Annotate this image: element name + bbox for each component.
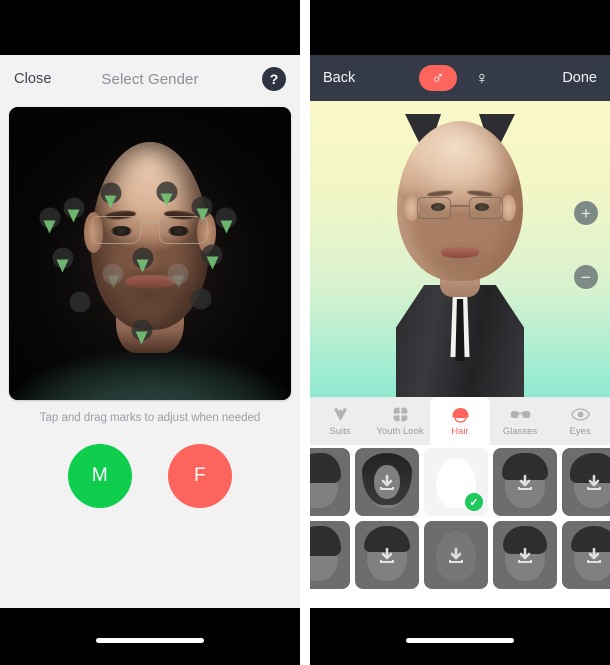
landmark-marker[interactable] [63, 197, 85, 223]
tab-eyes[interactable]: Eyes [550, 397, 610, 445]
photo-glasses-bridge [140, 222, 160, 224]
tab-glasses[interactable]: Glasses [490, 397, 550, 445]
download-icon [584, 473, 604, 493]
avatar-preview-canvas[interactable]: + − [310, 101, 610, 397]
done-button[interactable]: Done [562, 70, 597, 86]
checkmark-icon: ✓ [465, 493, 483, 511]
tab-label: Eyes [569, 425, 591, 437]
zoom-in-icon[interactable]: + [574, 201, 598, 225]
download-icon [515, 473, 535, 493]
avatar-head [397, 121, 523, 281]
download-icon [377, 546, 397, 566]
landmark-marker[interactable] [39, 207, 61, 233]
tab-label: Suits [329, 425, 351, 437]
clover-icon [392, 406, 409, 424]
left-navigation-bar: Close Select Gender ? [0, 55, 300, 103]
eye-icon [570, 406, 590, 424]
right-phone: Back Done ♂ ♀ + − Suits Youth Look Hair … [310, 0, 610, 665]
gender-selection-row: M F [0, 444, 300, 508]
download-icon [515, 546, 535, 566]
zoom-out-icon[interactable]: − [574, 265, 598, 289]
landmark-marker[interactable] [167, 263, 189, 289]
hair-thumbnail[interactable] [562, 448, 610, 516]
hair-thumbnail[interactable] [310, 448, 350, 516]
tab-suits[interactable]: Suits [310, 397, 370, 445]
hair-thumbnail[interactable] [355, 448, 419, 516]
photo-lens-left [92, 215, 141, 244]
download-icon [377, 473, 397, 493]
hair-thumbnail[interactable] [493, 521, 557, 589]
suit-icon [332, 406, 349, 424]
face-photo-card[interactable] [9, 107, 291, 400]
gender-toggle-male[interactable]: ♂ [419, 65, 457, 91]
home-indicator [96, 638, 204, 643]
hair-icon [451, 406, 470, 424]
tab-label: Hair [451, 425, 469, 437]
download-icon [584, 546, 604, 566]
male-gender-button[interactable]: M [68, 444, 132, 508]
landmark-marker[interactable] [215, 207, 237, 233]
tab-youth-look[interactable]: Youth Look [370, 397, 430, 445]
hair-thumbnail[interactable] [355, 521, 419, 589]
female-gender-button[interactable]: F [168, 444, 232, 508]
tab-hair[interactable]: Hair [430, 397, 490, 445]
landmark-marker[interactable] [131, 319, 153, 345]
hair-thumbnail[interactable] [493, 448, 557, 516]
right-navigation-bar: Back Done ♂ ♀ [310, 55, 610, 101]
home-indicator [406, 638, 514, 643]
landmark-marker[interactable] [191, 196, 213, 222]
avatar-lens-left [417, 197, 452, 219]
hair-thumbnail-selected[interactable]: ✓ [424, 448, 488, 516]
tab-label: Youth Look [376, 425, 424, 437]
download-icon [446, 546, 466, 566]
landmark-marker[interactable] [69, 291, 90, 313]
avatar-mouth [441, 247, 479, 258]
category-tab-bar: Suits Youth Look Hair Glasses Eyes [310, 397, 610, 445]
hair-thumbnail[interactable] [424, 521, 488, 589]
photo-glasses [92, 215, 208, 244]
hair-thumbnail[interactable] [310, 521, 350, 589]
avatar-glasses [417, 197, 503, 219]
adjust-hint-text: Tap and drag marks to adjust when needed [39, 412, 261, 424]
avatar-glasses-bridge [451, 205, 469, 207]
avatar-suit [396, 285, 524, 397]
gender-toggle-female[interactable]: ♀ [463, 65, 501, 91]
landmark-marker[interactable] [52, 247, 74, 273]
landmark-marker[interactable] [201, 244, 223, 270]
landmark-marker[interactable] [156, 181, 178, 207]
avatar-lens-right [468, 197, 503, 219]
landmark-marker[interactable] [102, 263, 124, 289]
hair-thumbnail[interactable] [562, 521, 610, 589]
landmark-marker[interactable] [190, 288, 212, 310]
select-gender-screen: Close Select Gender ? Tap and drag marks… [0, 55, 300, 608]
avatar-caricature[interactable] [385, 114, 535, 397]
hair-thumbnail-grid[interactable]: ✓ [310, 445, 610, 603]
back-button[interactable]: Back [323, 70, 355, 86]
phone-divider [300, 0, 310, 665]
close-button[interactable]: Close [14, 71, 52, 87]
avatar-ear-right [501, 195, 516, 221]
thumbnail-row [310, 521, 610, 594]
dual-phone-screenshot: Close Select Gender ? Tap and drag marks… [0, 0, 610, 665]
glasses-icon [510, 406, 531, 424]
left-phone: Close Select Gender ? Tap and drag marks… [0, 0, 300, 665]
landmark-marker[interactable] [132, 247, 154, 273]
avatar-editor-screen: Back Done ♂ ♀ + − Suits Youth Look Hair … [310, 55, 610, 608]
help-icon[interactable]: ? [262, 67, 286, 91]
tab-label: Glasses [502, 425, 538, 437]
thumbnail-row: ✓ [310, 448, 610, 521]
landmark-marker[interactable] [100, 182, 122, 209]
